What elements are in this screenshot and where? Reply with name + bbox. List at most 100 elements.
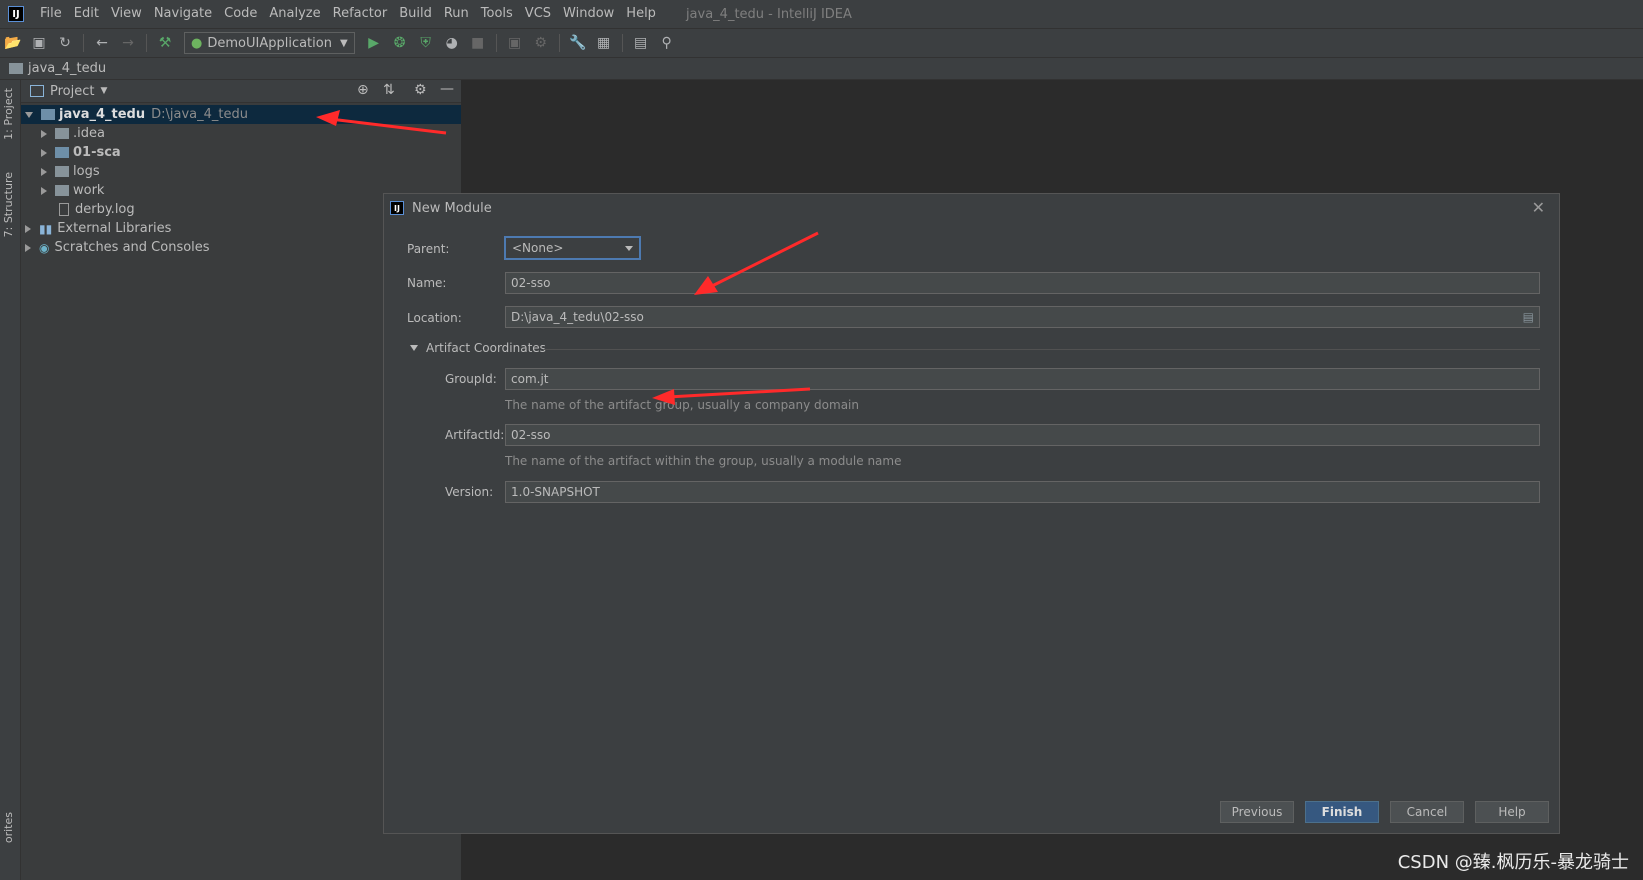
tab-favorites[interactable]: orites bbox=[2, 812, 15, 843]
parent-label: Parent: bbox=[407, 242, 450, 256]
menu-refactor[interactable]: Refactor bbox=[327, 0, 394, 28]
name-input[interactable]: 02-sso bbox=[505, 272, 1540, 294]
menu-help[interactable]: Help bbox=[620, 0, 662, 28]
breadcrumb-project[interactable]: java_4_tedu bbox=[28, 61, 106, 76]
minimize-icon[interactable]: — bbox=[440, 81, 454, 97]
device-icon[interactable]: ▣ bbox=[504, 32, 526, 54]
menu-file[interactable]: File bbox=[34, 0, 68, 28]
breadcrumb: java_4_tedu bbox=[0, 58, 1643, 80]
tree-item-label: Scratches and Consoles bbox=[54, 240, 210, 255]
menu-tools[interactable]: Tools bbox=[475, 0, 519, 28]
close-icon[interactable]: ✕ bbox=[1532, 198, 1545, 217]
open-folder-icon[interactable]: 📂 bbox=[2, 32, 24, 54]
save-icon[interactable]: ▣ bbox=[28, 32, 50, 54]
profile-icon[interactable]: ◕ bbox=[441, 32, 463, 54]
project-view-selector[interactable]: Project bbox=[50, 84, 94, 99]
menu-code[interactable]: Code bbox=[218, 0, 263, 28]
project-structure-icon[interactable]: ▦ bbox=[593, 32, 615, 54]
browse-folder-icon[interactable]: ▤ bbox=[1523, 307, 1534, 327]
chevron-down-icon[interactable]: ▼ bbox=[100, 86, 107, 96]
menu-analyze[interactable]: Analyze bbox=[263, 0, 326, 28]
tree-root-project[interactable]: java_4_tedu D:\java_4_tedu bbox=[21, 105, 461, 124]
tree-item-label: .idea bbox=[73, 126, 105, 141]
cancel-button[interactable]: Cancel bbox=[1390, 801, 1464, 823]
menu-window[interactable]: Window bbox=[557, 0, 620, 28]
back-arrow-icon[interactable]: ← bbox=[91, 32, 113, 54]
artifact-coordinates-section[interactable]: Artifact Coordinates bbox=[410, 341, 546, 355]
version-input[interactable]: 1.0-SNAPSHOT bbox=[505, 481, 1540, 503]
wrench-icon[interactable]: 🔧 bbox=[567, 32, 589, 54]
text-file-icon bbox=[59, 203, 69, 216]
dialog-title: New Module bbox=[412, 200, 492, 216]
help-button[interactable]: Help bbox=[1475, 801, 1549, 823]
expand-arrow-icon[interactable] bbox=[25, 111, 33, 118]
search-icon[interactable]: ⚲ bbox=[656, 32, 678, 54]
section-divider bbox=[544, 349, 1540, 350]
collapsed-arrow-icon[interactable] bbox=[41, 186, 47, 195]
left-tool-strip: 1: Project 7: Structure orites bbox=[0, 80, 21, 880]
project-folder-icon bbox=[9, 63, 23, 74]
run-config-label: DemoUIApplication bbox=[207, 35, 332, 51]
spring-boot-icon: ● bbox=[191, 35, 203, 51]
watermark: CSDN @臻.枫历乐-暴龙骑士 bbox=[1397, 852, 1629, 873]
chevron-down-icon: ▼ bbox=[339, 37, 348, 49]
collapse-all-icon[interactable]: ⇅ bbox=[383, 82, 395, 98]
tree-item-label: logs bbox=[73, 164, 100, 179]
menu-build[interactable]: Build bbox=[393, 0, 438, 28]
groupid-label: GroupId: bbox=[445, 372, 497, 386]
tree-root-name: java_4_tedu bbox=[59, 107, 146, 122]
gear-icon[interactable]: ⚙ bbox=[414, 82, 427, 98]
menu-run[interactable]: Run bbox=[438, 0, 475, 28]
previous-button[interactable]: Previous bbox=[1220, 801, 1294, 823]
section-title: Artifact Coordinates bbox=[426, 341, 546, 355]
collapsed-arrow-icon[interactable] bbox=[41, 129, 47, 138]
chevron-down-icon bbox=[625, 246, 633, 251]
tab-structure[interactable]: 7: Structure bbox=[2, 172, 15, 237]
tree-item-01-sca[interactable]: 01-sca bbox=[21, 143, 461, 162]
build-hammer-icon[interactable]: ⚒ bbox=[154, 32, 176, 54]
debug-bug-icon[interactable]: ❂ bbox=[389, 32, 411, 54]
collapsed-arrow-icon[interactable] bbox=[25, 243, 31, 252]
finish-button[interactable]: Finish bbox=[1305, 801, 1379, 823]
run-config-dropdown[interactable]: ● DemoUIApplication ▼ bbox=[184, 32, 355, 54]
module-folder-icon bbox=[41, 109, 55, 120]
intellij-logo-icon: IJ bbox=[8, 6, 24, 22]
project-panel-header: Project ▼ ⊕ ⇅ ⚙ — bbox=[21, 80, 461, 103]
tree-item-label: work bbox=[73, 183, 105, 198]
parent-select[interactable]: <None> bbox=[504, 236, 641, 260]
stop-icon[interactable]: ■ bbox=[467, 32, 489, 54]
collapsed-arrow-icon[interactable] bbox=[41, 167, 47, 176]
module-folder-icon bbox=[55, 147, 69, 158]
terminal-window-icon[interactable]: ▤ bbox=[630, 32, 652, 54]
menu-navigate[interactable]: Navigate bbox=[148, 0, 218, 28]
collapsed-arrow-icon[interactable] bbox=[25, 224, 31, 233]
artifactid-input[interactable]: 02-sso bbox=[505, 424, 1540, 446]
toolbar-separator bbox=[621, 34, 623, 52]
groupid-input[interactable]: com.jt bbox=[505, 368, 1540, 390]
parent-select-value: <None> bbox=[512, 241, 564, 255]
toolbar-separator bbox=[558, 34, 560, 52]
window-title: java_4_tedu - IntelliJ IDEA bbox=[685, 6, 852, 22]
menu-bar: IJ File Edit View Navigate Code Analyze … bbox=[0, 0, 1643, 28]
location-input[interactable]: D:\java_4_tedu\02-sso ▤ bbox=[505, 306, 1540, 328]
tree-item-label: derby.log bbox=[75, 202, 135, 217]
menu-vcs[interactable]: VCS bbox=[519, 0, 557, 28]
run-icon[interactable]: ▶ bbox=[363, 32, 385, 54]
artifactid-hint: The name of the artifact within the grou… bbox=[505, 454, 902, 468]
expand-arrow-icon[interactable] bbox=[410, 345, 418, 351]
forward-arrow-icon[interactable]: → bbox=[117, 32, 139, 54]
location-label: Location: bbox=[407, 311, 462, 325]
location-value: D:\java_4_tedu\02-sso bbox=[511, 310, 644, 324]
menu-view[interactable]: View bbox=[105, 0, 148, 28]
locate-target-icon[interactable]: ⊕ bbox=[357, 82, 369, 98]
collapsed-arrow-icon[interactable] bbox=[41, 148, 47, 157]
library-icon: ▮▮ bbox=[39, 221, 53, 236]
tree-item-idea[interactable]: .idea bbox=[21, 124, 461, 143]
groupid-hint: The name of the artifact group, usually … bbox=[505, 398, 859, 412]
tree-item-logs[interactable]: logs bbox=[21, 162, 461, 181]
tab-project[interactable]: 1: Project bbox=[2, 88, 15, 140]
settings-gear-icon[interactable]: ⚙ bbox=[530, 32, 552, 54]
sync-icon[interactable]: ↻ bbox=[54, 32, 76, 54]
menu-edit[interactable]: Edit bbox=[68, 0, 105, 28]
coverage-icon[interactable]: ⛨ bbox=[415, 32, 437, 54]
